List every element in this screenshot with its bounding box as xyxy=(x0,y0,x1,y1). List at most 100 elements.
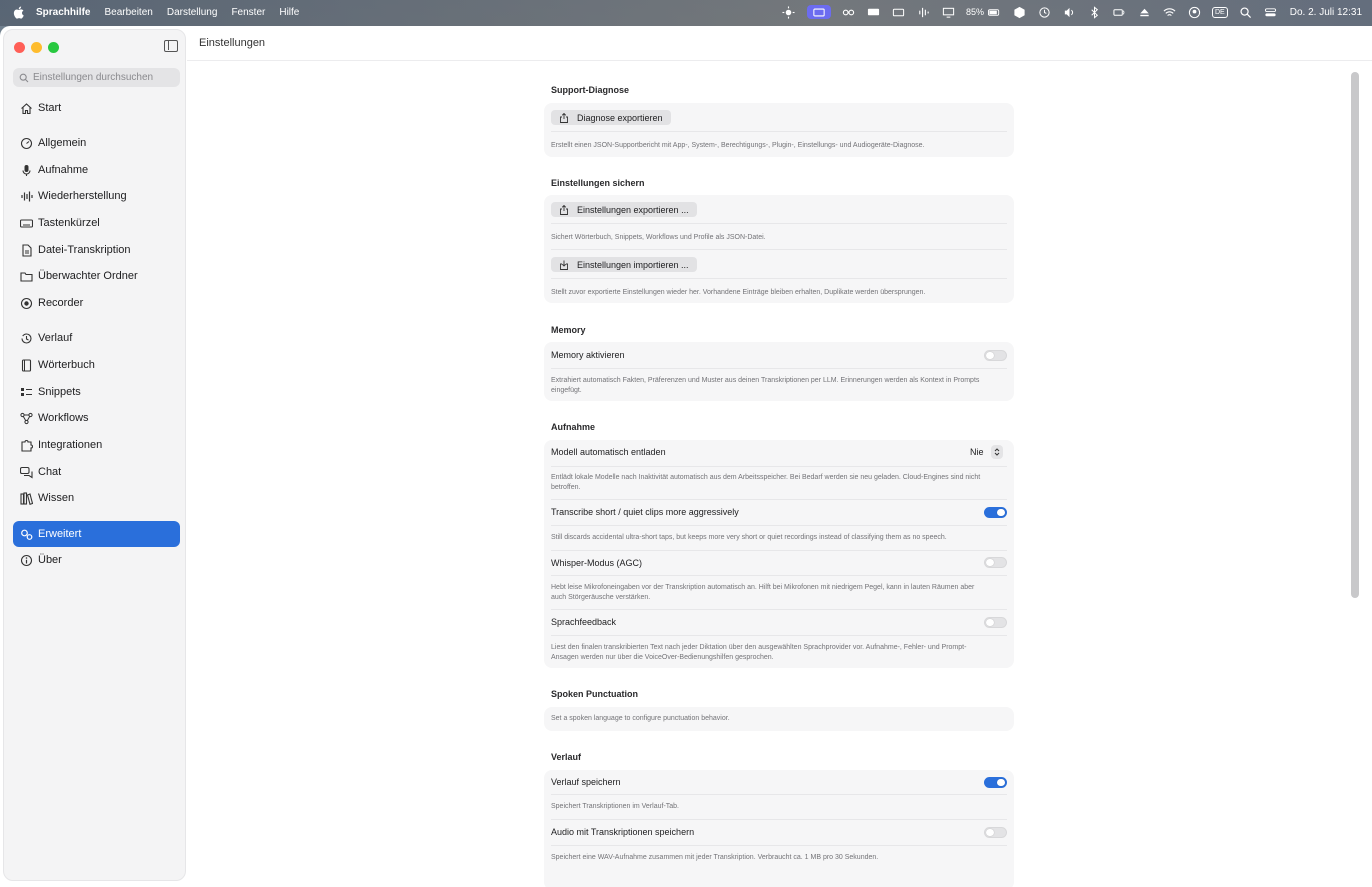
divider xyxy=(551,278,1007,279)
card-history: Verlauf speichern Speichert Transkriptio… xyxy=(544,770,1014,887)
keyboard-layout-badge[interactable]: DE xyxy=(1212,6,1228,18)
card-punctuation: Set a spoken language to configure punct… xyxy=(544,707,1014,731)
divider xyxy=(551,635,1007,636)
apple-logo-icon[interactable] xyxy=(13,6,24,19)
menu-view[interactable]: Darstellung xyxy=(167,7,218,18)
house-icon xyxy=(21,102,32,114)
microphone-icon xyxy=(22,164,31,176)
menu-app-name[interactable]: Sprachhilfe xyxy=(36,7,90,18)
menu-window[interactable]: Fenster xyxy=(231,7,265,18)
save-audio-toggle[interactable] xyxy=(984,827,1007,838)
divider xyxy=(551,131,1007,132)
sidebar-item-chat[interactable]: Chat xyxy=(13,459,180,485)
page-title: Einstellungen xyxy=(199,37,266,49)
sidebar-item-workflows[interactable]: Workflows xyxy=(13,405,180,431)
voice-control-icon[interactable] xyxy=(1112,5,1126,19)
sidebar-item-ueber[interactable]: Über xyxy=(13,547,180,573)
workflow-icon xyxy=(20,412,33,424)
menu-edit[interactable]: Bearbeiten xyxy=(104,7,152,18)
scrollbar[interactable] xyxy=(1351,72,1359,598)
divider xyxy=(551,794,1007,795)
chat-icon xyxy=(20,466,33,479)
eject-icon[interactable] xyxy=(1137,5,1151,19)
battery-percent: 85% xyxy=(965,7,984,17)
sidebar-item-integrationen[interactable]: Integrationen xyxy=(13,432,180,458)
sidebar-item-aufnahme[interactable]: Aufnahme xyxy=(13,157,180,183)
menubar-clock[interactable]: Do. 2. Juli 12:31 xyxy=(1290,7,1362,18)
controls-icon[interactable] xyxy=(842,5,856,19)
import-icon xyxy=(560,260,568,270)
sidebar-item-start[interactable]: Start xyxy=(13,95,180,121)
punctuation-desc: Set a spoken language to configure punct… xyxy=(551,715,730,722)
window-icon[interactable] xyxy=(892,5,906,19)
monitor-icon[interactable] xyxy=(942,5,956,19)
battery-icon[interactable] xyxy=(987,5,1001,19)
unload-model-label: Modell automatisch entladen xyxy=(551,447,666,457)
sidebar-toggle-icon[interactable] xyxy=(164,40,178,52)
sidebar-item-ueberwachter-ordner[interactable]: Überwachter Ordner xyxy=(13,263,180,289)
app-status-icon[interactable] xyxy=(806,5,831,19)
card-backup: Einstellungen exportieren ... Sichert Wö… xyxy=(544,195,1014,303)
card-support: Diagnose exportieren Erstellt einen JSON… xyxy=(544,103,1014,157)
waveform-status-icon[interactable] xyxy=(917,5,931,19)
section-title-punctuation: Spoken Punctuation xyxy=(551,689,639,699)
clock-icon[interactable] xyxy=(1037,5,1051,19)
sidebar-item-wiederherstellung[interactable]: Wiederherstellung xyxy=(13,183,180,209)
brightness-icon[interactable] xyxy=(782,5,796,19)
unload-model-value[interactable]: Nie xyxy=(970,447,984,457)
import-settings-desc: Stellt zuvor exportierte Einstellungen w… xyxy=(551,289,926,296)
bluetooth-icon[interactable] xyxy=(1087,5,1101,19)
whisper-mode-label: Whisper-Modus (AGC) xyxy=(551,558,643,568)
whisper-mode-toggle[interactable] xyxy=(984,557,1007,568)
export-settings-button[interactable]: Einstellungen exportieren ... xyxy=(551,202,697,217)
short-clips-desc: Still discards accidental ultra-short ta… xyxy=(551,534,947,541)
memory-label: Memory aktivieren xyxy=(551,350,625,360)
save-history-toggle[interactable] xyxy=(984,777,1007,788)
books-icon xyxy=(20,491,33,505)
divider xyxy=(551,223,1007,224)
share-icon xyxy=(560,204,568,215)
minimize-button[interactable] xyxy=(31,42,42,53)
volume-icon[interactable] xyxy=(1062,5,1076,19)
divider xyxy=(551,609,1007,610)
sidebar-item-wissen[interactable]: Wissen xyxy=(13,485,180,511)
section-title-memory: Memory xyxy=(551,325,586,335)
unload-model-select[interactable] xyxy=(991,445,1003,459)
sidebar-item-recorder[interactable]: Recorder xyxy=(13,290,180,316)
menu-help[interactable]: Hilfe xyxy=(279,7,299,18)
close-button[interactable] xyxy=(14,42,25,53)
export-diagnosis-button[interactable]: Diagnose exportieren xyxy=(551,110,671,125)
sidebar-item-datei-transkription[interactable]: Datei-Transkription xyxy=(13,237,180,263)
short-clips-toggle[interactable] xyxy=(984,507,1007,518)
cube-icon[interactable] xyxy=(1012,5,1026,19)
display-icon[interactable] xyxy=(867,5,881,19)
sidebar-item-allgemein[interactable]: Allgemein xyxy=(13,130,180,156)
import-settings-button[interactable]: Einstellungen importieren ... xyxy=(551,257,697,272)
divider xyxy=(551,550,1007,551)
control-center-icon[interactable] xyxy=(1264,5,1278,19)
spotlight-icon[interactable] xyxy=(1239,5,1253,19)
sidebar-search-input[interactable]: Einstellungen durchsuchen xyxy=(13,68,180,87)
save-audio-label: Audio mit Transkriptionen speichern xyxy=(551,827,695,837)
export-settings-desc: Sichert Wörterbuch, Snippets, Workflows … xyxy=(551,234,766,241)
sidebar-item-woerterbuch[interactable]: Wörterbuch xyxy=(13,352,180,378)
menu-bar: Sprachhilfe Bearbeiten Darstellung Fenst… xyxy=(0,0,1372,26)
divider xyxy=(551,499,1007,500)
user-icon[interactable] xyxy=(1187,5,1201,19)
window-controls xyxy=(14,42,59,53)
divider xyxy=(551,845,1007,846)
zoom-button[interactable] xyxy=(48,42,59,53)
sidebar-item-tastenkuerzel[interactable]: Tastenkürzel xyxy=(13,210,180,236)
sidebar-item-erweitert[interactable]: Erweitert xyxy=(13,521,180,547)
card-recording: Modell automatisch entladen Nie Entlädt … xyxy=(544,440,1014,668)
sidebar-item-snippets[interactable]: Snippets xyxy=(13,379,180,405)
wifi-icon[interactable] xyxy=(1162,5,1176,19)
title-divider xyxy=(187,60,1372,61)
memory-toggle[interactable] xyxy=(984,350,1007,361)
support-desc: Erstellt einen JSON-Supportbericht mit A… xyxy=(551,142,925,149)
speech-feedback-toggle[interactable] xyxy=(984,617,1007,628)
section-title-recording: Aufnahme xyxy=(551,422,596,432)
section-title-history: Verlauf xyxy=(551,752,582,762)
save-history-desc: Speichert Transkriptionen im Verlauf-Tab… xyxy=(551,803,680,810)
sidebar-item-verlauf[interactable]: Verlauf xyxy=(13,325,180,351)
